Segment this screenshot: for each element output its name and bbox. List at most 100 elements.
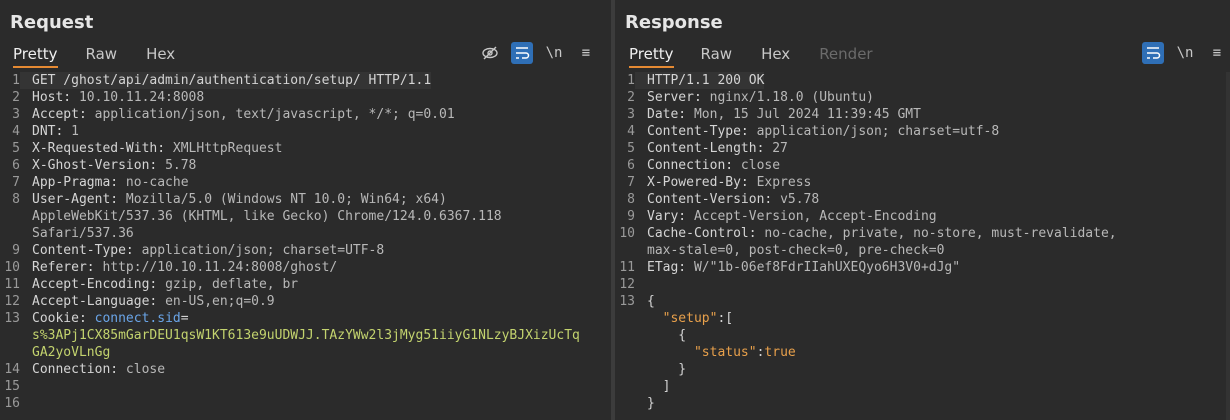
response-tab-pretty[interactable]: Pretty: [629, 44, 674, 68]
code-token: application/json, text/javascript, */*; …: [94, 107, 455, 122]
code-text: Accept-Language: en-US,en;q=0.9: [20, 293, 275, 310]
code-token: :[: [717, 311, 734, 326]
code-token: application/json; charset=UTF-8: [141, 243, 385, 258]
code-text: App-Pragma: no-cache: [20, 174, 189, 191]
response-panel: Response Pretty Raw Hex Render \n ≡ 1 HTT…: [615, 0, 1230, 420]
response-scrollbar[interactable]: [1226, 72, 1230, 420]
code-token: X-Powered-By:: [647, 175, 757, 190]
response-tab-raw[interactable]: Raw: [701, 44, 733, 66]
code-token: {: [647, 294, 655, 309]
line-number: 11: [4, 277, 20, 292]
request-tab-pretty[interactable]: Pretty: [13, 44, 58, 68]
code-line: ]: [615, 378, 1230, 395]
code-token: close: [125, 362, 166, 377]
code-line: }: [615, 361, 1230, 378]
code-token: User-Agent:: [32, 192, 126, 207]
line-number: 16: [4, 396, 20, 411]
wrap-lines-icon[interactable]: [1142, 42, 1164, 64]
code-token: http://10.10.11.24:8008/ghost/: [102, 260, 338, 275]
line-number: 6: [627, 158, 635, 173]
code-token: no-cache, private, no-store, must-revali…: [764, 226, 1117, 241]
line-number: 5: [627, 141, 635, 156]
code-text: X-Ghost-Version: 5.78: [20, 157, 196, 174]
code-line: 5 X-Requested-With: XMLHttpRequest: [0, 140, 611, 157]
code-text: Content-Type: application/json; charset=…: [20, 242, 384, 259]
line-number: 1: [627, 73, 635, 88]
code-text: Cache-Control: no-cache, private, no-sto…: [635, 225, 1117, 242]
wrap-lines-icon[interactable]: [511, 42, 533, 64]
request-tab-raw[interactable]: Raw: [86, 44, 118, 66]
code-text: "setup":[: [635, 310, 733, 327]
code-line: 13 Cookie: connect.sid=: [0, 310, 611, 327]
response-tab-hex[interactable]: Hex: [761, 44, 790, 66]
code-line: "setup":[: [615, 310, 1230, 327]
line-number: [615, 395, 635, 412]
request-tabs: Pretty Raw Hex: [0, 44, 175, 68]
code-line: 6 X-Ghost-Version: 5.78: [0, 157, 611, 174]
menu-icon[interactable]: ≡: [1206, 42, 1228, 64]
response-toolbar: \n ≡: [1132, 42, 1228, 64]
code-text: max-stale=0, post-check=0, pre-check=0: [635, 242, 944, 259]
code-token: 10.10.11.24:8008: [78, 90, 205, 105]
request-toolbar: \n ≡: [469, 42, 597, 64]
code-token: Mon, 15 Jul 2024 11:39:45 GMT: [693, 107, 921, 122]
code-text: Safari/537.36: [20, 225, 134, 242]
response-tabs: Pretty Raw Hex Render: [615, 44, 873, 68]
code-token: {: [647, 328, 687, 343]
code-token: connect.sid: [94, 311, 181, 326]
code-line: 4 DNT: 1: [0, 123, 611, 140]
code-token: Content-Type:: [32, 243, 142, 258]
code-text: Referer: http://10.10.11.24:8008/ghost/: [20, 259, 337, 276]
request-panel: Request Pretty Raw Hex \n ≡ 1 GET /ghost/…: [0, 0, 611, 420]
code-token: Date:: [647, 107, 694, 122]
line-number: 10: [619, 226, 635, 241]
code-token: s%3APj1CX85mGarDEU1qsW1KT613e9uUDWJJ.TAz…: [32, 328, 580, 343]
code-token: en-US,en;q=0.9: [165, 294, 275, 309]
request-title: Request: [10, 12, 94, 33]
line-number: 2: [627, 90, 635, 105]
code-token: 1: [71, 124, 79, 139]
code-text: HTTP/1.1 200 OK: [635, 72, 765, 89]
request-editor[interactable]: 1 GET /ghost/api/admin/authentication/set…: [0, 72, 611, 420]
code-token: Cache-Control:: [647, 226, 765, 241]
code-line: }: [615, 395, 1230, 412]
code-line: Safari/537.36: [0, 225, 611, 242]
response-editor[interactable]: 1 HTTP/1.1 200 OK 2 Server: nginx/1.18.0 (U…: [615, 72, 1230, 420]
code-text: Date: Mon, 15 Jul 2024 11:39:45 GMT: [635, 106, 921, 123]
code-line: max-stale=0, post-check=0, pre-check=0: [615, 242, 1230, 259]
code-line: 7 App-Pragma: no-cache: [0, 174, 611, 191]
menu-icon[interactable]: ≡: [575, 42, 597, 64]
hide-nonprintable-icon[interactable]: [479, 42, 501, 64]
code-text: ETag: W/"1b-06ef8FdrIIahUXEQyo6H3V0+dJg": [635, 259, 960, 276]
code-token: v5.78: [780, 192, 820, 207]
line-number: 4: [627, 124, 635, 139]
show-newlines-icon[interactable]: \n: [1174, 42, 1196, 64]
response-tab-render[interactable]: Render: [819, 44, 872, 66]
code-line: 12 Accept-Language: en-US,en;q=0.9: [0, 293, 611, 310]
code-token: max-stale=0, post-check=0, pre-check=0: [647, 243, 945, 258]
code-line: 1 HTTP/1.1 200 OK: [615, 72, 1230, 89]
request-tab-hex[interactable]: Hex: [146, 44, 175, 66]
line-number: 11: [619, 260, 635, 275]
code-token: AppleWebKit/537.36 (KHTML, like Gecko) C…: [32, 209, 502, 224]
code-text: Accept: application/json, text/javascrip…: [20, 106, 455, 123]
line-number: [0, 344, 20, 361]
code-token: 5.78: [165, 158, 197, 173]
code-text: Connection: close: [635, 157, 780, 174]
code-text: DNT: 1: [20, 123, 79, 140]
code-text: Server: nginx/1.18.0 (Ubuntu): [635, 89, 874, 106]
code-token: Cookie:: [32, 311, 95, 326]
show-newlines-icon[interactable]: \n: [543, 42, 565, 64]
code-token: ]: [647, 379, 671, 394]
line-number: 3: [627, 107, 635, 122]
line-number: [615, 327, 635, 344]
code-token: }: [647, 396, 655, 411]
code-text: Connection: close: [20, 361, 165, 378]
code-line: {: [615, 327, 1230, 344]
line-number: [615, 344, 635, 361]
code-token: no-cache: [125, 175, 189, 190]
code-token: ETag:: [647, 260, 694, 275]
